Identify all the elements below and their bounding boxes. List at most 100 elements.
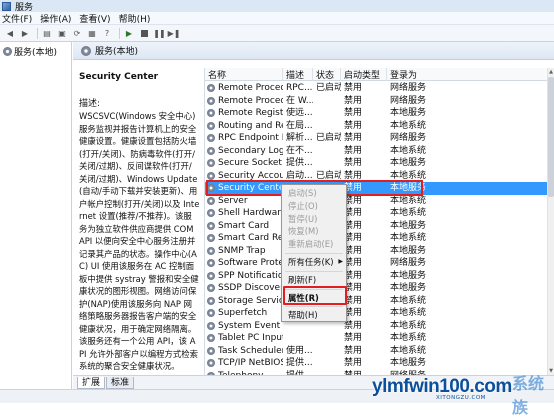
- service-name-cell: RPC Endpoint M...: [205, 132, 283, 145]
- scroll-up-arrow-icon[interactable]: ▲: [548, 68, 554, 76]
- column-header-startup-type[interactable]: 启动类型: [341, 68, 387, 81]
- table-row[interactable]: Superfetch 禁用 本地系统: [205, 307, 547, 320]
- table-row[interactable]: Shell Hardware ... 禁用 本地系统: [205, 207, 547, 220]
- gear-icon: [81, 45, 91, 56]
- table-row[interactable]: TCP/IP NetBIOS ...提供... 禁用 本地服务: [205, 357, 547, 370]
- service-name-cell: Remote Procedu...: [205, 82, 283, 95]
- start-service-icon[interactable]: ▶: [123, 27, 135, 39]
- table-row[interactable]: Server 禁用 本地系统: [205, 195, 547, 208]
- properties-icon[interactable]: ▣: [56, 27, 68, 39]
- restart-service-icon[interactable]: ▶❚: [168, 27, 181, 39]
- service-name-cell: Secondary Logon: [205, 145, 283, 158]
- service-log-on-as: 本地系统: [390, 233, 427, 243]
- service-name-cell: Remote Registry: [205, 107, 283, 120]
- menu-help[interactable]: 帮助(H): [119, 12, 151, 25]
- service-log-on-as: 网络服务: [390, 258, 427, 268]
- scroll-thumb[interactable]: [548, 77, 554, 197]
- service-log-on-as: 本地系统: [390, 195, 427, 206]
- service-name: TCP/IP NetBIOS ...: [218, 358, 283, 368]
- service-startup-type: 禁用: [344, 283, 363, 293]
- table-row[interactable]: Tablet PC Input ... 禁用 本地系统: [205, 332, 547, 345]
- export-list-icon[interactable]: ▦: [86, 27, 98, 39]
- table-row[interactable]: SNMP Trap 禁用 本地服务: [205, 245, 547, 258]
- services-header-title: 服务(本地): [95, 47, 139, 57]
- column-header-log-on-as[interactable]: 登录为: [387, 68, 547, 81]
- menu-item-start[interactable]: 启动(S): [282, 187, 346, 200]
- service-log-on-as: 本地服务: [390, 108, 427, 118]
- menu-view[interactable]: 查看(V): [79, 12, 110, 25]
- table-row[interactable]: SPP Notification ... 禁用 本地服务: [205, 270, 547, 283]
- menu-item-refresh[interactable]: 刷新(F): [282, 274, 346, 287]
- service-log-on-as: 本地服务: [390, 358, 427, 368]
- service-name-cell: Task Scheduler: [205, 345, 283, 358]
- service-name: Tablet PC Input ...: [218, 333, 283, 343]
- service-startup-type: 禁用: [344, 308, 363, 318]
- service-status: [313, 332, 341, 345]
- pause-service-icon[interactable]: ❚❚: [153, 27, 165, 39]
- service-name: System Event N...: [218, 320, 283, 331]
- service-description: 启动...: [286, 170, 313, 181]
- table-row[interactable]: Secondary Logon在不... 禁用 本地系统: [205, 145, 547, 158]
- service-name: Secondary Logon: [218, 145, 283, 156]
- column-header-name[interactable]: 名称: [205, 68, 283, 81]
- service-name: Smart Card: [218, 220, 270, 231]
- table-row[interactable]: RPC Endpoint M...解析...已启动禁用 网络服务: [205, 132, 547, 145]
- table-row[interactable]: Storage Service 禁用 本地系统: [205, 295, 547, 308]
- table-row[interactable]: Security Account...启动...已启动禁用 本地系统: [205, 170, 547, 183]
- menu-file[interactable]: 文件(F): [2, 12, 32, 25]
- scroll-down-arrow-icon[interactable]: ▼: [548, 367, 554, 375]
- service-status: [313, 120, 341, 133]
- gear-icon: [207, 209, 215, 218]
- service-log-on-as: 网络服务: [390, 95, 427, 106]
- service-startup-type: 禁用: [344, 220, 363, 231]
- stop-service-icon[interactable]: [138, 27, 150, 39]
- service-status: 已启动: [316, 83, 341, 93]
- menu-action[interactable]: 操作(A): [40, 12, 71, 25]
- service-log-on-as: 本地服务: [390, 158, 427, 168]
- table-row-selected[interactable]: Security Center 禁用 本地服务: [205, 182, 547, 195]
- service-name-cell: SSDP Discovery: [205, 282, 283, 295]
- vertical-scrollbar[interactable]: ▲ ▼: [547, 68, 554, 375]
- service-startup-type: 禁用: [344, 245, 363, 256]
- service-startup-type: 禁用: [344, 170, 363, 181]
- menu-divider: [285, 270, 343, 272]
- column-header-status[interactable]: 状态: [313, 68, 341, 81]
- table-row[interactable]: Smart Card Rem... 禁用 本地系统: [205, 232, 547, 245]
- tab-extended[interactable]: 扩展: [77, 377, 106, 389]
- service-log-on-as: 本地系统: [390, 320, 427, 331]
- table-row[interactable]: Software Protect... 禁用 网络服务: [205, 257, 547, 270]
- table-row[interactable]: Remote Registry使远... 禁用 本地服务: [205, 107, 547, 120]
- table-row[interactable]: Routing and Re...在局... 禁用 本地系统: [205, 120, 547, 133]
- table-row[interactable]: Smart Card 禁用 本地服务: [205, 220, 547, 233]
- refresh-icon[interactable]: ⟳: [71, 27, 83, 39]
- table-row[interactable]: Remote Procedu...RPC...已启动禁用 网络服务: [205, 82, 547, 95]
- menu-item-help[interactable]: 帮助(H): [282, 309, 346, 322]
- table-row[interactable]: SSDP Discovery 禁用 本地服务: [205, 282, 547, 295]
- show-hide-tree-icon[interactable]: ▤: [41, 27, 53, 39]
- gear-icon: [207, 121, 215, 130]
- menu-item-restart[interactable]: 重新启动(E): [282, 238, 346, 251]
- menu-item-pause[interactable]: 暂停(U): [282, 213, 346, 226]
- service-name: Storage Service: [218, 295, 283, 306]
- service-log-on-as: 网络服务: [390, 83, 427, 93]
- service-name-cell: Superfetch: [205, 307, 283, 320]
- gear-icon: [207, 84, 215, 93]
- table-row[interactable]: Secure Socket T...提供... 禁用 本地服务: [205, 157, 547, 170]
- menu-item-all-tasks[interactable]: 所有任务(K) ▶: [282, 256, 346, 269]
- menu-item-properties[interactable]: 属性(R): [282, 292, 346, 305]
- service-startup-type: 禁用: [344, 358, 363, 368]
- toolbar-divider: [37, 27, 38, 39]
- table-row[interactable]: Remote Procedu...在 W... 禁用 网络服务: [205, 95, 547, 108]
- tab-standard[interactable]: 标准: [106, 377, 135, 389]
- service-startup-type: 禁用: [344, 270, 363, 281]
- service-name-cell: Shell Hardware ...: [205, 207, 283, 220]
- table-row[interactable]: Task Scheduler 使用... 禁用 本地系统: [205, 345, 547, 358]
- table-row[interactable]: System Event N... 禁用 本地系统: [205, 320, 547, 333]
- column-header-description[interactable]: 描述: [283, 68, 313, 81]
- menu-item-resume[interactable]: 恢复(M): [282, 225, 346, 238]
- menu-item-stop[interactable]: 停止(O): [282, 200, 346, 213]
- tree-item-services-local[interactable]: 服务(本地): [3, 45, 57, 58]
- help-icon[interactable]: ?: [101, 27, 113, 39]
- back-icon[interactable]: ◀: [4, 27, 16, 39]
- forward-icon[interactable]: ▶: [19, 27, 31, 39]
